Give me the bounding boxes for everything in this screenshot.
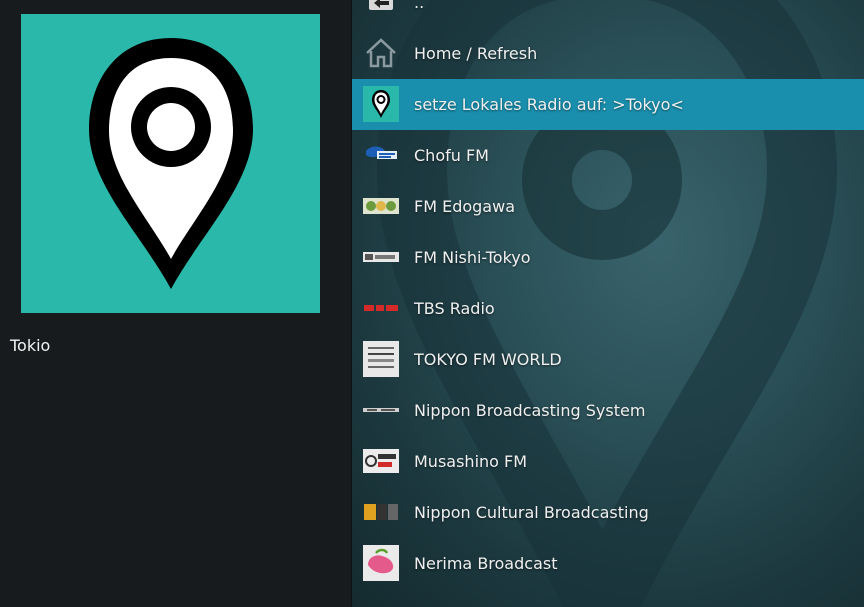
- list-item-musashino-fm[interactable]: Musashino FM: [352, 436, 864, 487]
- tokyo-fm-world-logo: [363, 341, 399, 377]
- tbs-radio-logo: [364, 305, 398, 311]
- list-item-label: Nippon Cultural Broadcasting: [414, 503, 649, 522]
- media-list: .. Home / Refresh setze Lokales Radio au…: [352, 0, 864, 589]
- list-item-fm-nishi-tokyo[interactable]: FM Nishi-Tokyo: [352, 232, 864, 283]
- list-item-nippon-cultural[interactable]: Nippon Cultural Broadcasting: [352, 487, 864, 538]
- list-item-label: Nippon Broadcasting System: [414, 401, 646, 420]
- list-item-nippon-broadcasting[interactable]: Nippon Broadcasting System: [352, 385, 864, 436]
- list-item-label: ..: [414, 0, 425, 12]
- list-item-label: setze Lokales Radio auf: >Tokyo<: [414, 95, 684, 114]
- musashino-fm-logo: [363, 449, 399, 473]
- fm-nishi-tokyo-logo: [363, 252, 399, 262]
- list-item-nerima-broadcast[interactable]: Nerima Broadcast: [352, 538, 864, 589]
- list-item-fm-edogawa[interactable]: FM Edogawa: [352, 181, 864, 232]
- list-item-tokyo-fm-world[interactable]: TOKYO FM WORLD: [352, 334, 864, 385]
- list-item-set-local-radio[interactable]: setze Lokales Radio auf: >Tokyo<: [352, 79, 864, 130]
- info-panel: Tokio: [0, 0, 351, 607]
- list-item-parent[interactable]: ..: [352, 0, 864, 28]
- list-item-home-refresh[interactable]: Home / Refresh: [352, 28, 864, 79]
- list-item-label: TOKYO FM WORLD: [414, 350, 562, 369]
- list-item-label: TBS Radio: [414, 299, 495, 318]
- list-item-tbs-radio[interactable]: TBS Radio: [352, 283, 864, 334]
- nerima-broadcast-logo: [363, 545, 399, 581]
- nippon-broadcasting-logo: [363, 408, 399, 412]
- list-item-label: FM Edogawa: [414, 197, 515, 216]
- back-arrow-icon: [369, 0, 393, 10]
- item-title: Tokio: [10, 336, 51, 355]
- chofu-fm-logo: [366, 146, 397, 159]
- list-item-label: FM Nishi-Tokyo: [414, 248, 531, 267]
- list-item-label: Nerima Broadcast: [414, 554, 558, 573]
- thumbnail: [21, 14, 320, 313]
- list-panel: .. Home / Refresh setze Lokales Radio au…: [352, 0, 864, 607]
- list-item-chofu-fm[interactable]: Chofu FM: [352, 130, 864, 181]
- home-icon: [366, 38, 396, 68]
- fm-edogawa-logo: [363, 198, 399, 214]
- list-item-label: Musashino FM: [414, 452, 528, 471]
- location-pin-icon: [89, 38, 253, 289]
- nippon-cultural-logo: [364, 504, 398, 520]
- kodi-window: Tokio .. Home / Refresh setze Lokales Ra…: [0, 0, 864, 607]
- list-item-label: Home / Refresh: [414, 44, 538, 63]
- location-pin-icon: [363, 86, 399, 122]
- list-item-label: Chofu FM: [414, 146, 489, 165]
